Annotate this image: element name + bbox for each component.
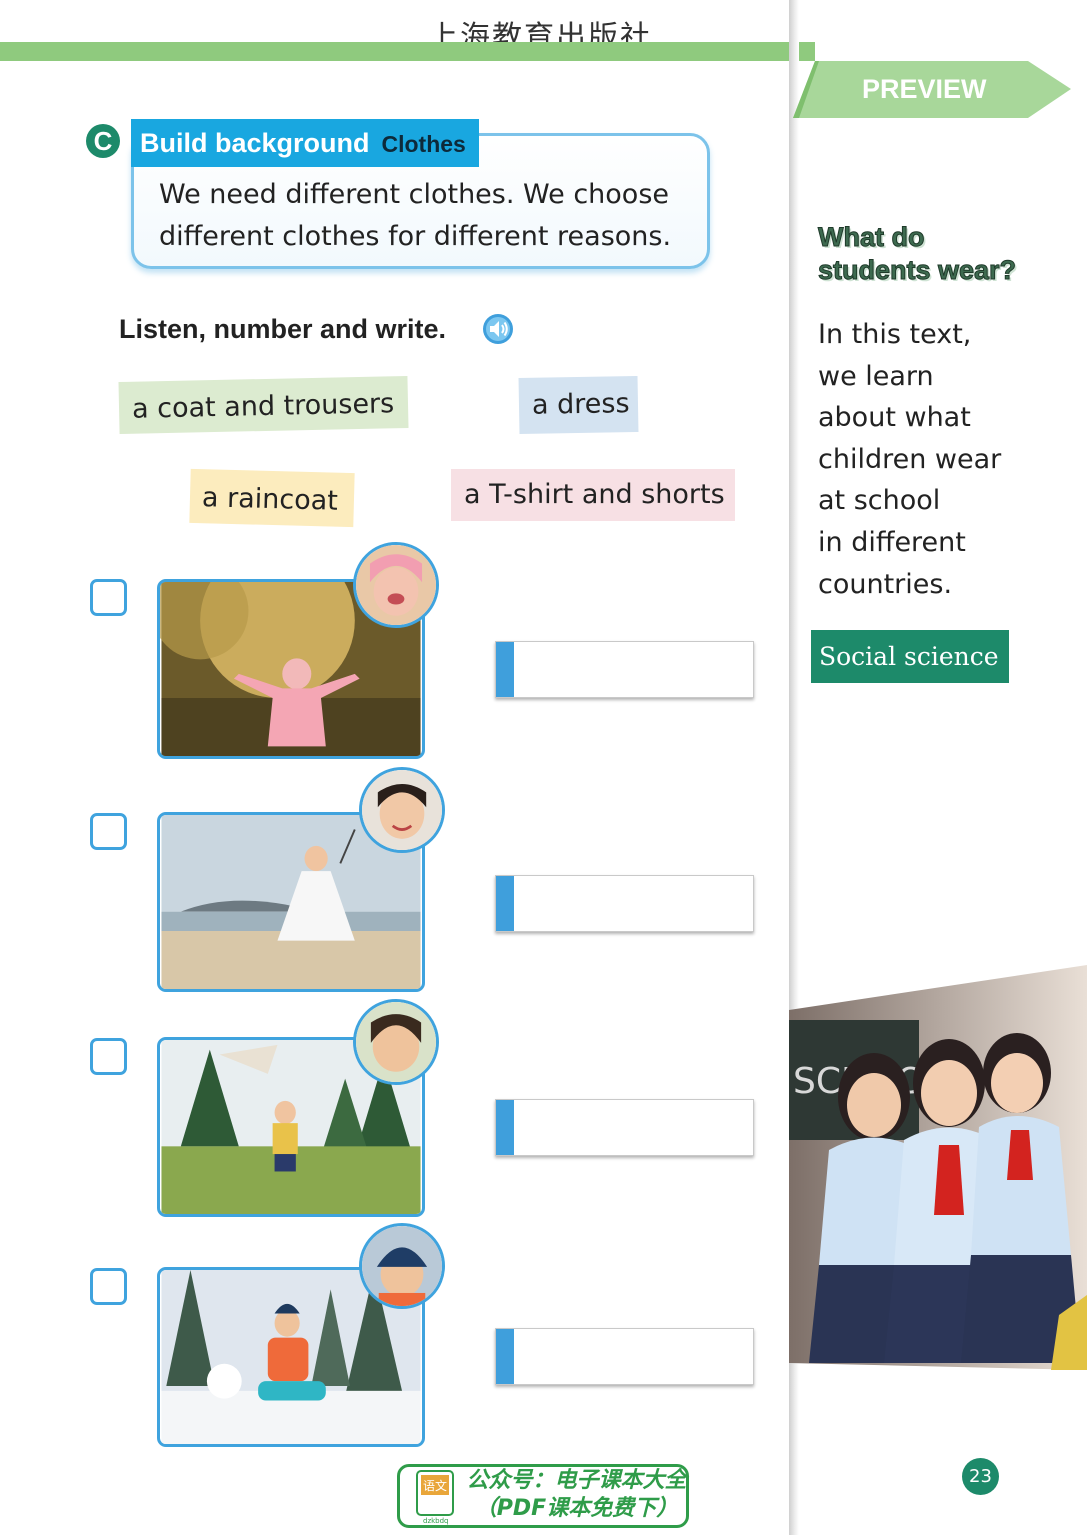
section-letter-badge: C <box>86 124 120 158</box>
sidebar-line: in different <box>818 526 966 558</box>
section-label: Build background Clothes <box>131 119 479 167</box>
watermark-line: （PDF课本免费下） <box>474 1496 679 1521</box>
background-text-line: We need different clothes. We choose <box>159 179 670 210</box>
book-logo-icon: 语文 dzkbdq <box>416 1470 454 1525</box>
sidebar-line: we learn <box>818 360 934 392</box>
boy-in-snow-portrait <box>359 1223 445 1309</box>
sidebar-line: children wear <box>818 443 1002 475</box>
answer-tab <box>496 876 514 931</box>
sidebar-title-line: students wear? <box>817 255 1017 286</box>
sidebar-description: In this text, we learn about what childr… <box>818 314 1078 605</box>
word-card-tshirt-and-shorts: a T-shirt and shorts <box>451 469 735 521</box>
activity-instruction: Listen, number and write. <box>119 314 447 344</box>
sidebar-line: countries. <box>818 568 953 600</box>
answer-tab <box>496 1100 514 1155</box>
page-number: 23 <box>962 1458 999 1495</box>
word-card-coat-and-trousers: a coat and trousers <box>118 375 409 435</box>
background-text: We need different clothes. We choose dif… <box>159 174 699 257</box>
word-card-dress: a dress <box>518 375 639 435</box>
sidebar-line: at school <box>818 485 941 517</box>
watermark-line: 公众号：电子课本大全 <box>466 1468 687 1493</box>
answer-field-2[interactable] <box>495 875 754 932</box>
answer-field-3[interactable] <box>495 1099 754 1156</box>
boy-with-kite-portrait <box>353 999 439 1085</box>
sidebar-title-line: What do <box>817 222 925 253</box>
school-girls-photo: SCHOOL <box>789 965 1087 1370</box>
background-text-line: different clothes for different reasons. <box>159 220 672 252</box>
preview-label: PREVIEW <box>862 74 987 104</box>
sidebar-line: about what <box>818 402 971 434</box>
sidebar-line: In this text, <box>818 319 972 350</box>
sidebar-title: What do students wear? <box>817 221 1017 287</box>
answer-field-4[interactable] <box>495 1328 754 1385</box>
answer-field-1[interactable] <box>495 641 754 698</box>
logo-caption: dzkbdq <box>423 1517 449 1525</box>
header-bar <box>0 42 815 61</box>
girl-in-rain-portrait <box>353 542 439 628</box>
section-label-main: Build background <box>140 128 370 158</box>
answer-tab <box>496 642 514 697</box>
number-box-1[interactable] <box>90 579 127 616</box>
answer-tab <box>496 1329 514 1384</box>
subject-tag: Social science <box>811 630 1009 683</box>
logo-text: 语文 <box>423 1478 447 1493</box>
girl-on-beach-portrait <box>359 767 445 853</box>
number-box-3[interactable] <box>90 1038 127 1075</box>
watermark-text: 公众号：电子课本大全 （PDF课本免费下） <box>464 1467 689 1523</box>
speaker-icon[interactable] <box>482 313 514 345</box>
section-label-sub: Clothes <box>381 131 466 157</box>
number-box-4[interactable] <box>90 1268 127 1305</box>
word-card-raincoat: a raincoat <box>189 468 355 528</box>
number-box-2[interactable] <box>90 813 127 850</box>
